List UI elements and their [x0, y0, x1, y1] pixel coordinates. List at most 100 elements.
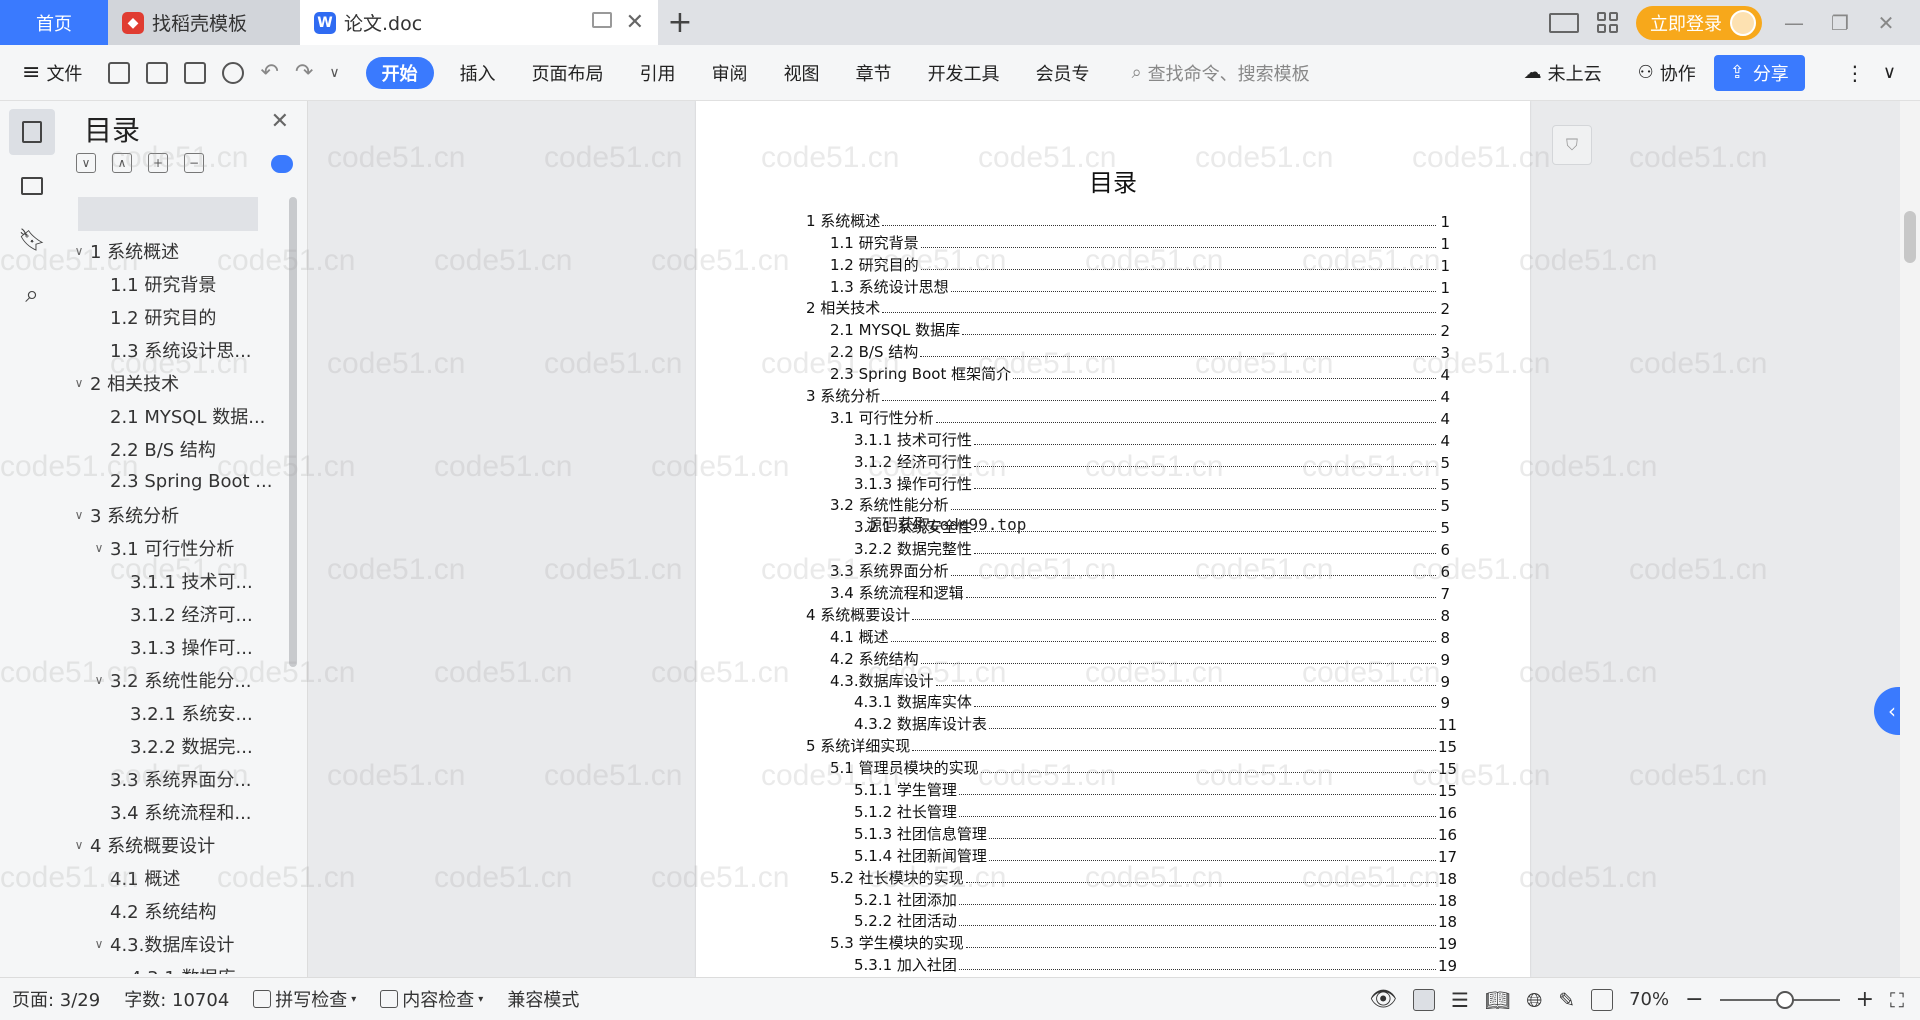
toc-tree-item[interactable]: 3.1.3 操作可...: [64, 630, 294, 663]
tab-page-layout[interactable]: 页面布局: [514, 45, 622, 101]
more-icon[interactable]: ⋮: [1845, 61, 1865, 85]
doc-toc-line[interactable]: 5.1.3 社团信息管理 16: [806, 822, 1457, 844]
doc-toc-line[interactable]: 1.3 系统设计思想 1: [806, 275, 1450, 297]
ai-toc-icon[interactable]: [271, 155, 293, 173]
doc-toc-line[interactable]: 2.3 Spring Boot 框架简介 4: [806, 362, 1450, 384]
doc-toc-line[interactable]: 5.1.4 社团新闻管理 17: [806, 844, 1457, 866]
vertical-scrollbar[interactable]: [1900, 101, 1920, 977]
file-menu[interactable]: ≡ 文件: [0, 45, 100, 101]
doc-toc-line[interactable]: 5.1.2 社长管理 16: [806, 800, 1457, 822]
find-icon[interactable]: ⌕: [9, 271, 55, 317]
toc-tree-item[interactable]: ∨ 1 系统概述: [64, 234, 294, 267]
doc-toc-line[interactable]: 5.2.2 社团活动 18: [806, 910, 1457, 931]
toc-tree-item[interactable]: ∨ 3.1 可行性分析: [64, 531, 294, 564]
tab-home[interactable]: 首页: [0, 0, 108, 45]
doc-toc-line[interactable]: 3.1.2 经济可行性 5: [806, 450, 1450, 472]
doc-toc-line[interactable]: 5.3 学生模块的实现 19: [806, 931, 1457, 953]
doc-toc-line[interactable]: 3 系统分析 4: [806, 384, 1450, 406]
outline-view-icon[interactable]: ☰: [1451, 988, 1469, 1012]
navigation-icon[interactable]: [9, 163, 55, 209]
expand-side-panel-icon[interactable]: ‹: [1874, 687, 1900, 735]
tab-developer[interactable]: 开发工具: [910, 45, 1018, 101]
collab-button[interactable]: ⚇ 协作: [1620, 45, 1714, 101]
doc-toc-line[interactable]: 1.2 研究目的 1: [806, 253, 1450, 275]
doc-toc-line[interactable]: 3.1 可行性分析 4: [806, 406, 1450, 428]
doc-toc-line[interactable]: 5 系统详细实现 15: [806, 734, 1457, 756]
tab-view[interactable]: 视图: [766, 45, 838, 101]
doc-toc-line[interactable]: 2.2 B/S 结构 3: [806, 340, 1450, 362]
doc-toc-line[interactable]: 3.2.2 数据完整性 6: [806, 537, 1450, 559]
toc-tree-item[interactable]: 1.1 研究背景: [64, 267, 294, 300]
close-window-icon[interactable]: ✕: [1872, 11, 1900, 35]
bookmark-icon[interactable]: 🔖︎: [9, 217, 55, 263]
doc-toc-line[interactable]: 1.1 研究背景 1: [806, 231, 1450, 253]
doc-toc-line[interactable]: 4 系统概要设计 8: [806, 603, 1450, 625]
doc-toc-line[interactable]: 4.3.2 数据库设计表 11: [806, 712, 1457, 734]
chevron-down-icon[interactable]: ∨: [88, 673, 110, 687]
doc-toc-line[interactable]: 3.4 系统流程和逻辑 7: [806, 581, 1450, 603]
share-button[interactable]: ⇪ 分享: [1713, 54, 1805, 91]
tab-insert[interactable]: 插入: [442, 45, 514, 101]
print-icon[interactable]: [184, 61, 207, 84]
restore-icon[interactable]: ❐: [1826, 11, 1854, 35]
toc-tree-item[interactable]: 3.4 系统流程和...: [64, 795, 294, 828]
minimize-icon[interactable]: —: [1780, 11, 1808, 35]
save-icon[interactable]: [108, 61, 131, 84]
zoom-slider[interactable]: [1719, 990, 1840, 1009]
tab-document[interactable]: W 论文.doc ✕: [300, 0, 658, 45]
fit-page-icon[interactable]: [1591, 988, 1614, 1011]
word-count[interactable]: 字数: 10704: [112, 986, 241, 1012]
zoom-level[interactable]: 70%: [1629, 989, 1669, 1010]
filter-icon[interactable]: ⛉: [1552, 125, 1592, 165]
toc-tree-item[interactable]: 2.3 Spring Boot ...: [64, 465, 294, 498]
content-check-button[interactable]: 内容检查 ▾: [368, 986, 495, 1012]
chevron-down-icon[interactable]: ∨: [88, 937, 110, 951]
doc-toc-line[interactable]: 2.1 MYSQL 数据库 2: [806, 318, 1450, 340]
doc-toc-line[interactable]: 5.3.1 加入社团 19: [806, 953, 1457, 975]
doc-toc-line[interactable]: 3.1.1 技术可行性 4: [806, 428, 1450, 450]
toc-tree-item[interactable]: 1.3 系统设计思...: [64, 333, 294, 366]
doc-toc-line[interactable]: 5.2 社长模块的实现 18: [806, 866, 1457, 888]
scroll-thumb[interactable]: [1904, 211, 1916, 263]
export-icon[interactable]: [146, 61, 169, 84]
doc-toc-line[interactable]: 4.3.1 数据库实体 9: [806, 691, 1450, 712]
doc-toc-line[interactable]: 5.1 管理员模块的实现 15: [806, 756, 1457, 778]
toc-tree-item[interactable]: ∨ 3 系统分析: [64, 498, 294, 531]
zoom-out-icon[interactable]: −: [1685, 987, 1703, 1012]
toc-tree-item[interactable]: 2.2 B/S 结构: [64, 432, 294, 465]
toc-tree-item[interactable]: 3.2.1 系统安...: [64, 696, 294, 729]
doc-toc-line[interactable]: 1 系统概述 1: [806, 209, 1450, 231]
doc-toc-line[interactable]: 3.3 系统界面分析 6: [806, 559, 1450, 581]
doc-toc-line[interactable]: 4.1 概述 8: [806, 625, 1450, 647]
spell-check-button[interactable]: 拼写检查 ▾: [241, 986, 368, 1012]
collapse-all-icon[interactable]: ∨: [76, 153, 96, 173]
print-preview-icon[interactable]: [222, 61, 245, 84]
toc-tree-item[interactable]: ∨ 3.2 系统性能分...: [64, 663, 294, 696]
outline-icon[interactable]: [9, 109, 55, 155]
layout-icon[interactable]: [1549, 12, 1579, 33]
chevron-down-icon[interactable]: ∨: [68, 376, 90, 390]
doc-toc-line[interactable]: 4.2 系统结构 9: [806, 647, 1450, 669]
page-indicator[interactable]: 页面: 3/29: [0, 986, 112, 1012]
document-canvas[interactable]: 目录 1 系统概述 1 1.1 研究背景 1 1.2 研究目的 1 1.3 系统设计思想 1 2…: [308, 101, 1900, 977]
chevron-down-icon[interactable]: ∨: [68, 244, 90, 258]
chevron-down-icon[interactable]: ∨: [68, 838, 90, 852]
toc-tree-item[interactable]: 4.1 概述: [64, 861, 294, 894]
cloud-status[interactable]: ☁ 未上云: [1506, 45, 1620, 101]
remove-heading-icon[interactable]: −: [184, 153, 204, 173]
tab-template[interactable]: ◆ 找稻壳模板: [108, 0, 300, 45]
doc-toc-line[interactable]: 4.3.数据库设计 9: [806, 669, 1450, 691]
monitor-icon[interactable]: [592, 12, 612, 28]
toc-tree-item[interactable]: 1.2 研究目的: [64, 300, 294, 333]
pen-icon[interactable]: ✎: [1558, 988, 1575, 1012]
undo-icon[interactable]: ↶: [260, 60, 278, 85]
doc-toc-line[interactable]: 5.1.1 学生管理 15: [806, 778, 1457, 800]
toc-tree-item[interactable]: 4.2 系统结构: [64, 894, 294, 927]
toc-tree-item[interactable]: ∨ 2 相关技术: [64, 366, 294, 399]
doc-toc-line[interactable]: 3.1.3 操作可行性 5: [806, 472, 1450, 494]
chevron-down-icon[interactable]: ∨: [88, 541, 110, 555]
add-heading-icon[interactable]: +: [148, 153, 168, 173]
tab-chapter[interactable]: 章节: [838, 45, 910, 101]
toc-tree-item[interactable]: 3.1.2 经济可...: [64, 597, 294, 630]
doc-toc-line[interactable]: 5.2.1 社团添加 18: [806, 888, 1457, 910]
